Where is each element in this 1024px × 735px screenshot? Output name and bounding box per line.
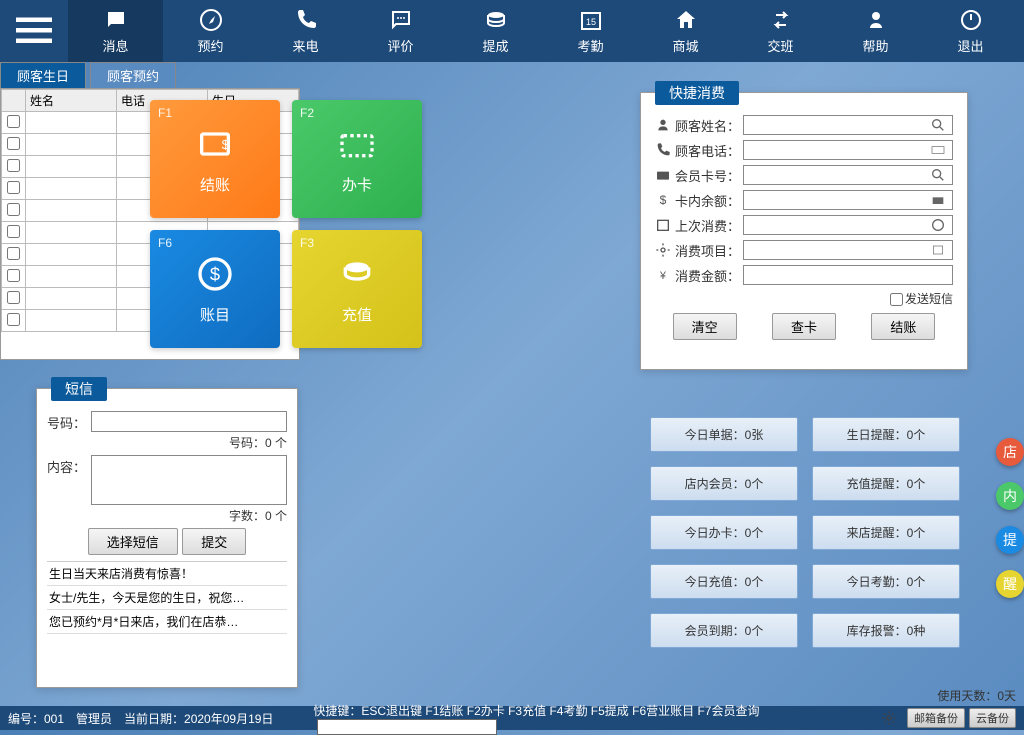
shortcut-tiles: F1$结账 F2办卡 F6$账目 F3充值 [150,100,422,348]
tile-checkout[interactable]: F1$结账 [150,100,280,218]
top-nav: 消息 预约 来电 评价 提成 15考勤 商城 交班 帮助 退出 [0,0,1024,62]
stat-today-attendance[interactable]: 今日考勤：0个 [812,564,960,599]
stat-birthday-remind[interactable]: 生日提醒：0个 [812,417,960,452]
nav-exit[interactable]: 退出 [923,0,1018,62]
badge-1[interactable]: 店 [996,438,1024,466]
nav-attendance[interactable]: 15考勤 [543,0,638,62]
panel-title: 快捷消费 [655,81,739,105]
person-icon [655,117,671,133]
stat-visit-remind[interactable]: 来店提醒：0个 [812,515,960,550]
settle-button[interactable]: 结账 [871,313,935,340]
badge-2[interactable]: 内 [996,482,1024,510]
calendar-icon: 15 [579,8,603,32]
list-icon[interactable] [930,242,946,258]
stat-today-orders[interactable]: 今日单据：0张 [650,417,798,452]
consume-item-input[interactable] [743,240,953,260]
member-card-input[interactable] [743,165,953,185]
svg-text:$: $ [660,193,667,207]
tab-reservation[interactable]: 顾客预约 [90,62,176,88]
sms-number-input[interactable] [91,411,287,432]
stat-today-cards[interactable]: 今日办卡：0个 [650,515,798,550]
stat-today-recharge[interactable]: 今日充值：0个 [650,564,798,599]
svg-text:¥: ¥ [659,270,666,282]
badge-4[interactable]: 醒 [996,570,1024,598]
customer-name-input[interactable] [743,115,953,135]
panel-title: 短信 [51,377,107,401]
stats-grid: 今日单据：0张 生日提醒：0个 店内会员：0个 充值提醒：0个 今日办卡：0个 … [650,417,960,648]
list-item[interactable]: 女士/先生，今天是您的生日，祝您… [47,586,287,610]
sms-content-input[interactable] [91,455,287,505]
gear-icon [655,242,671,258]
nav-review[interactable]: 评价 [353,0,448,62]
stat-members[interactable]: 店内会员：0个 [650,466,798,501]
tile-recharge[interactable]: F3充值 [292,230,422,348]
svg-text:$: $ [210,263,220,284]
balance-input[interactable] [743,190,953,210]
submit-sms-button[interactable]: 提交 [182,528,246,555]
badge-3[interactable]: 提 [996,526,1024,554]
yen-icon: ¥ [655,267,671,283]
card-icon [337,124,377,164]
shortcuts-hint: 快捷键：ESC退出键 F1结账 F2办卡 F3充值 F4考勤 F5提成 F6营业… [313,704,759,718]
money-icon [930,192,946,208]
email-backup-button[interactable]: 邮箱备份 [907,708,965,728]
last-consume-input[interactable] [743,215,953,235]
list-item[interactable]: 生日当天来店消费有惊喜！ [47,562,287,586]
sms-panel: 短信 号码： 号码：0 个 内容： 字数：0 个 选择短信 提交 生日当天来店消… [36,388,298,688]
dollar-icon: $ [655,192,671,208]
home-icon [674,8,698,32]
stat-recharge-remind[interactable]: 充值提醒：0个 [812,466,960,501]
phone-icon [294,8,318,32]
cloud-backup-button[interactable]: 云备份 [969,708,1016,728]
customer-phone-input[interactable] [743,140,953,160]
calendar-icon [655,217,671,233]
power-icon [959,8,983,32]
nav-mall[interactable]: 商城 [638,0,733,62]
exchange-icon [769,8,793,32]
keyboard-icon[interactable] [930,142,946,158]
status-info: 编号：001 管理员 当前日期：2020年09月19日 [8,710,273,727]
phone-icon [655,142,671,158]
list-item[interactable]: 您已预约*月*日来店，我们在店恭… [47,610,287,634]
check-card-button[interactable]: 查卡 [772,313,836,340]
nav-messages[interactable]: 消息 [68,0,163,62]
status-bar: 编号：001 管理员 当前日期：2020年09月19日 快捷键：ESC退出键 F… [0,706,1024,730]
search-icon[interactable] [930,117,946,133]
stat-member-expire[interactable]: 会员到期：0个 [650,613,798,648]
search-icon[interactable] [930,167,946,183]
compass-icon [199,8,223,32]
sms-template-list: 生日当天来店消费有惊喜！ 女士/先生，今天是您的生日，祝您… 您已预约*月*日来… [47,561,287,641]
receipt-icon: $ [195,124,235,164]
dollar-icon: $ [195,254,235,294]
chat-dots-icon [389,8,413,32]
nav-reservation[interactable]: 预约 [163,0,258,62]
svg-text:15: 15 [585,17,595,27]
svg-text:$: $ [222,137,230,152]
select-sms-button[interactable]: 选择短信 [88,528,178,555]
tile-card[interactable]: F2办卡 [292,100,422,218]
nav-commission[interactable]: 提成 [448,0,543,62]
tile-account[interactable]: F6$账目 [150,230,280,348]
side-badges: 店 内 提 醒 [996,438,1024,598]
chat-icon [104,8,128,32]
coins-icon [484,8,508,32]
settings-icon[interactable] [881,710,897,726]
nav-incoming[interactable]: 来电 [258,0,353,62]
usage-days: 使用天数：0天 [937,687,1016,704]
nav-help[interactable]: 帮助 [828,0,923,62]
support-icon [864,8,888,32]
coins-icon [337,254,377,294]
card-icon [655,167,671,183]
clock-icon [930,217,946,233]
menu-button[interactable] [0,0,68,62]
clear-button[interactable]: 清空 [673,313,737,340]
tab-birthday[interactable]: 顾客生日 [0,62,86,88]
nav-shift[interactable]: 交班 [733,0,828,62]
member-search-input[interactable] [317,719,497,735]
quick-consume-panel: 快捷消费 顾客姓名： 顾客电话： 会员卡号： $卡内余额： 上次消费： 消费项目… [640,92,968,370]
send-sms-checkbox[interactable] [890,293,903,306]
consume-amount-input[interactable] [743,265,953,285]
hamburger-icon [16,13,52,49]
stat-stock-alert[interactable]: 库存报警：0种 [812,613,960,648]
